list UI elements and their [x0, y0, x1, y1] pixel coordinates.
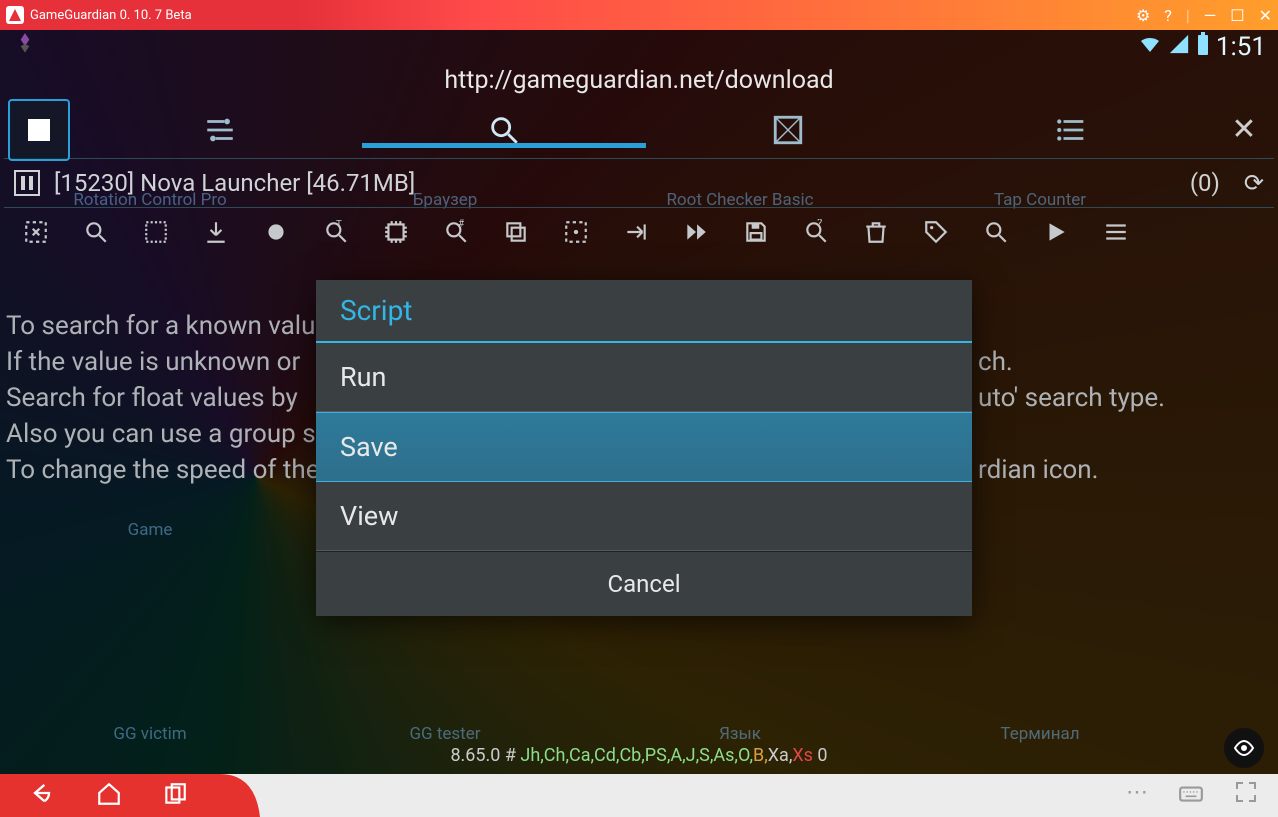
- svg-text:T: T: [336, 219, 342, 230]
- dialog-cancel-button[interactable]: Cancel: [316, 551, 972, 616]
- app-label: GG tester: [409, 724, 480, 744]
- select-region-icon[interactable]: [18, 216, 54, 245]
- copy-icon[interactable]: [498, 216, 534, 245]
- emulator-nav: [0, 774, 260, 817]
- battery-icon: [1196, 32, 1210, 62]
- tab-list[interactable]: [930, 113, 1214, 147]
- memory-icon[interactable]: [378, 216, 414, 245]
- android-statusbar: 1:51: [0, 30, 1278, 64]
- maximize-icon[interactable]: ☐: [1230, 6, 1244, 25]
- svg-text:#: #: [458, 219, 464, 230]
- version-line: 8.65.0 # Jh,Ch,Ca,Cd,Cb,PS,A,J,S,As,O,B,…: [0, 745, 1278, 766]
- dialog-item-save[interactable]: Save: [316, 412, 972, 482]
- gg-close-button[interactable]: ✕: [1214, 112, 1274, 147]
- close-icon[interactable]: ✕: [1259, 6, 1272, 25]
- region-focus-icon[interactable]: [558, 216, 594, 245]
- fast-forward-icon[interactable]: [678, 216, 714, 245]
- pause-icon[interactable]: [14, 170, 40, 196]
- divider: |: [1186, 6, 1190, 25]
- dialog-item-view[interactable]: View: [316, 482, 972, 551]
- script-dialog: Script Run Save View Cancel: [316, 280, 972, 616]
- gg-header: http://gameguardian.net/download ✕ [1523…: [4, 64, 1274, 253]
- emulator-title: GameGuardian 0. 10. 7 Beta: [30, 8, 192, 23]
- app-label: Game: [128, 520, 173, 540]
- app-label: Терминал: [1000, 724, 1079, 744]
- app-label: GG victim: [113, 724, 186, 744]
- save-icon[interactable]: [738, 216, 774, 245]
- android-screen: Rotation Control Pro Браузер Root Checke…: [0, 30, 1278, 774]
- clock: 1:51: [1216, 32, 1266, 62]
- search-number-icon[interactable]: #: [438, 216, 474, 245]
- emulator-fullscreen-icon[interactable]: [1234, 780, 1258, 812]
- gg-start-toggle[interactable]: [8, 99, 70, 161]
- search-type-icon[interactable]: T: [318, 216, 354, 245]
- back-icon[interactable]: [28, 779, 56, 813]
- wifi-icon: [1138, 32, 1162, 62]
- visibility-toggle-icon[interactable]: [1224, 728, 1264, 768]
- emulator-volume-icon[interactable]: ⋯: [1126, 780, 1148, 812]
- search-help-icon[interactable]: ?: [798, 216, 834, 245]
- emulator-keyboard-icon[interactable]: [1178, 780, 1204, 812]
- menu-icon[interactable]: [1098, 216, 1134, 245]
- gg-statusbar-icon: [12, 31, 38, 63]
- goto-icon[interactable]: [618, 216, 654, 245]
- tab-search[interactable]: [362, 113, 646, 147]
- home-icon[interactable]: [96, 781, 122, 811]
- gg-toolbar: T # ?: [4, 208, 1274, 253]
- emulator-titlebar: GameGuardian 0. 10. 7 Beta ⚙ ? | — ☐ ✕: [0, 0, 1278, 30]
- trash-icon[interactable]: [858, 216, 894, 245]
- tab-settings[interactable]: [78, 113, 362, 147]
- result-count: (0): [1190, 169, 1220, 197]
- gear-icon[interactable]: ⚙: [1136, 6, 1150, 25]
- select-invert-icon[interactable]: [138, 216, 174, 245]
- help-icon[interactable]: ?: [1164, 6, 1172, 25]
- emulator-logo-icon: [6, 6, 24, 24]
- tag-icon[interactable]: [918, 216, 954, 245]
- process-row[interactable]: [15230] Nova Launcher [46.71MB] (0) ⟳: [4, 159, 1274, 208]
- app-label: Язык: [719, 724, 761, 744]
- stop-icon: [28, 119, 50, 141]
- url-line: http://gameguardian.net/download: [4, 64, 1274, 101]
- search-icon[interactable]: [78, 216, 114, 245]
- dialog-item-run[interactable]: Run: [316, 343, 972, 412]
- signal-icon: [1168, 33, 1190, 61]
- recents-icon[interactable]: [162, 781, 188, 811]
- gg-tabs: ✕: [4, 101, 1274, 159]
- download-icon[interactable]: [198, 216, 234, 245]
- tab-saved[interactable]: [646, 113, 930, 147]
- reload-icon[interactable]: ⟳: [1244, 169, 1264, 197]
- emulator-bottom-bar: ⋯: [0, 774, 1278, 817]
- search2-icon[interactable]: [978, 216, 1014, 245]
- process-label: [15230] Nova Launcher [46.71MB]: [54, 169, 415, 197]
- play-icon[interactable]: [1038, 216, 1074, 245]
- svg-text:?: ?: [817, 219, 822, 230]
- dialog-title: Script: [316, 280, 972, 343]
- record-icon[interactable]: [258, 216, 294, 245]
- minimize-icon[interactable]: —: [1204, 6, 1217, 25]
